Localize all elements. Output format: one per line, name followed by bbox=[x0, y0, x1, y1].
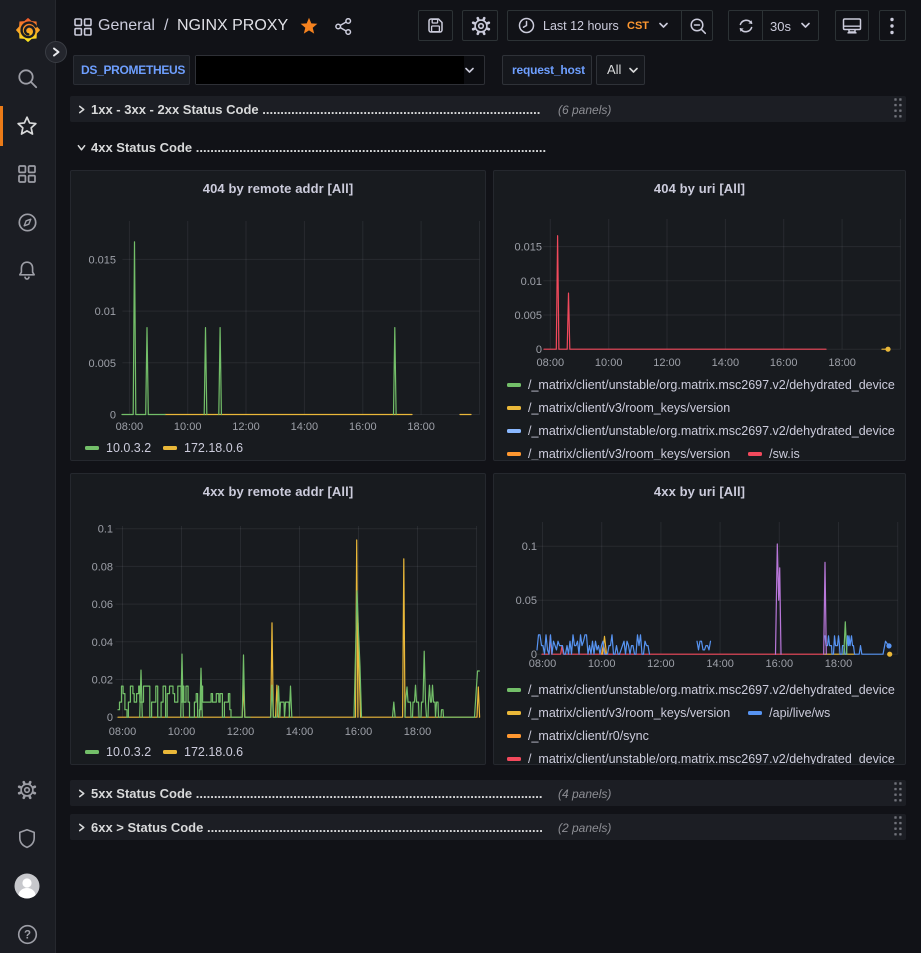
svg-text:10:00: 10:00 bbox=[174, 421, 202, 433]
svg-text:0.005: 0.005 bbox=[514, 310, 542, 322]
svg-text:0.08: 0.08 bbox=[92, 561, 113, 573]
svg-text:0.05: 0.05 bbox=[516, 595, 537, 607]
svg-text:16:00: 16:00 bbox=[770, 357, 798, 369]
svg-text:16:00: 16:00 bbox=[349, 421, 377, 433]
svg-text:12:00: 12:00 bbox=[647, 658, 675, 670]
svg-text:0: 0 bbox=[107, 712, 113, 724]
svg-text:08:00: 08:00 bbox=[116, 421, 144, 433]
svg-text:0.06: 0.06 bbox=[92, 599, 113, 611]
svg-text:16:00: 16:00 bbox=[345, 726, 373, 738]
svg-text:14:00: 14:00 bbox=[286, 726, 314, 738]
svg-text:18:00: 18:00 bbox=[828, 357, 856, 369]
svg-text:18:00: 18:00 bbox=[404, 726, 432, 738]
svg-text:0.02: 0.02 bbox=[92, 675, 113, 687]
svg-text:14:00: 14:00 bbox=[706, 658, 734, 670]
svg-text:18:00: 18:00 bbox=[825, 658, 853, 670]
svg-text:0.01: 0.01 bbox=[521, 276, 542, 288]
svg-text:14:00: 14:00 bbox=[712, 357, 740, 369]
svg-text:12:00: 12:00 bbox=[653, 357, 681, 369]
svg-text:08:00: 08:00 bbox=[109, 726, 137, 738]
svg-text:0: 0 bbox=[110, 410, 116, 422]
svg-text:16:00: 16:00 bbox=[766, 658, 794, 670]
svg-text:0.015: 0.015 bbox=[88, 254, 116, 266]
svg-text:0.005: 0.005 bbox=[88, 358, 116, 370]
svg-text:18:00: 18:00 bbox=[407, 421, 435, 433]
svg-text:12:00: 12:00 bbox=[227, 726, 255, 738]
svg-text:10:00: 10:00 bbox=[168, 726, 196, 738]
svg-text:08:00: 08:00 bbox=[537, 357, 565, 369]
svg-text:0.1: 0.1 bbox=[98, 524, 113, 536]
svg-text:0: 0 bbox=[531, 649, 537, 661]
svg-text:?: ? bbox=[24, 930, 31, 942]
svg-text:0.015: 0.015 bbox=[514, 242, 542, 254]
svg-text:14:00: 14:00 bbox=[291, 421, 319, 433]
svg-text:12:00: 12:00 bbox=[232, 421, 260, 433]
svg-text:10:00: 10:00 bbox=[595, 357, 623, 369]
svg-text:0.04: 0.04 bbox=[92, 637, 113, 649]
svg-text:0.1: 0.1 bbox=[522, 541, 537, 553]
svg-text:0.01: 0.01 bbox=[95, 306, 116, 318]
svg-text:0: 0 bbox=[536, 344, 542, 356]
svg-text:10:00: 10:00 bbox=[588, 658, 616, 670]
